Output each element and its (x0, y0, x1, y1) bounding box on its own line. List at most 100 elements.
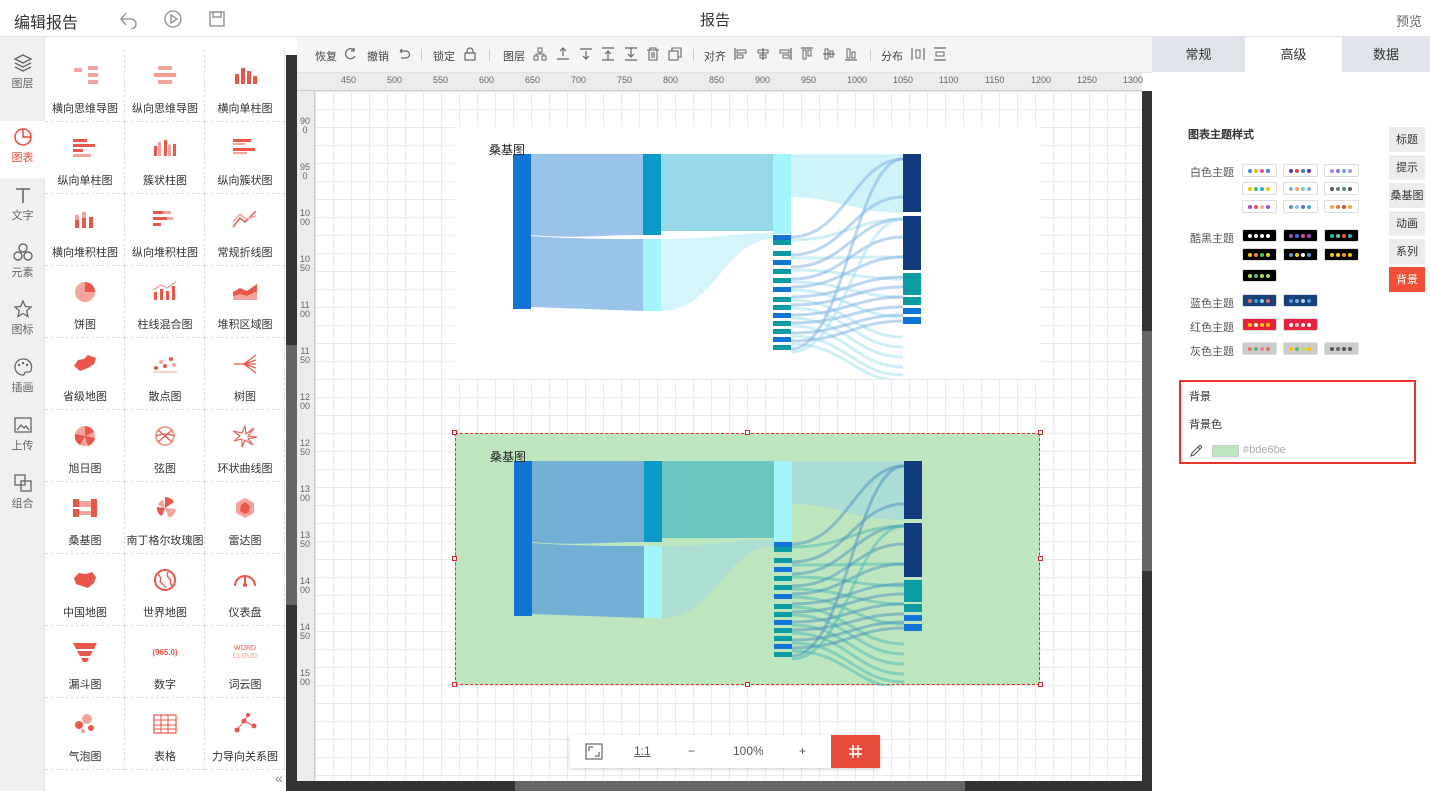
layer-button[interactable]: 图层 (503, 48, 525, 64)
palette-item-cluster-bar[interactable]: 簇状柱图 (125, 122, 205, 194)
theme-swatch[interactable] (1324, 164, 1359, 177)
distribute-v-icon[interactable] (933, 47, 947, 61)
send-back-icon[interactable] (579, 47, 593, 61)
lock-icon[interactable] (463, 47, 477, 61)
side-tab-4[interactable]: 系列 (1389, 239, 1425, 265)
tab-data[interactable]: 数据 (1342, 37, 1430, 72)
nav-elements[interactable]: 元素 (0, 236, 45, 293)
align-vcenter-icon[interactable] (822, 47, 836, 61)
back-icon[interactable] (118, 9, 138, 29)
theme-swatch[interactable] (1242, 200, 1277, 213)
canvas-hscroll-thumb[interactable] (515, 781, 965, 791)
theme-swatch[interactable] (1242, 342, 1277, 355)
palette-item-rose[interactable]: 南丁格尔玫瑰图 (125, 482, 205, 554)
move-bottom-icon[interactable] (624, 47, 638, 61)
theme-swatch[interactable] (1283, 229, 1318, 242)
redo-icon[interactable] (343, 47, 357, 61)
nav-layers[interactable]: 图层 (0, 47, 45, 104)
side-tab-3[interactable]: 动画 (1389, 211, 1425, 237)
theme-swatch[interactable] (1242, 182, 1277, 195)
palette-item-sunburst[interactable]: 旭日图 (45, 410, 125, 482)
palette-item-province-map[interactable]: 省级地图 (45, 338, 125, 410)
zoom-in-button[interactable]: + (799, 744, 806, 758)
palette-item-scatter[interactable]: 散点图 (125, 338, 205, 410)
resize-handle[interactable] (1038, 682, 1043, 687)
layer-tree-icon[interactable] (533, 47, 547, 61)
align-button[interactable]: 对齐 (704, 48, 726, 64)
move-top-icon[interactable] (601, 47, 615, 61)
palette-item-v-cluster[interactable]: 纵向簇状图 (205, 122, 285, 194)
side-tab-2[interactable]: 桑基图 (1389, 183, 1425, 209)
palette-item-number[interactable]: (965.0) 数字 (125, 626, 205, 698)
palette-item-bar-line[interactable]: 柱线混合图 (125, 266, 205, 338)
palette-item-wordcloud[interactable]: WORD CLOUD 词云图 (205, 626, 285, 698)
undo-button[interactable]: 撤销 (367, 48, 389, 64)
distribute-h-icon[interactable] (911, 47, 925, 61)
nav-illustrations[interactable]: 插画 (0, 351, 45, 408)
align-top-icon[interactable] (800, 47, 814, 61)
theme-swatch[interactable] (1324, 182, 1359, 195)
tab-general[interactable]: 常规 (1152, 37, 1245, 72)
theme-swatch[interactable] (1324, 248, 1359, 261)
palette-item-area-chart[interactable]: 堆积区域图 (205, 266, 285, 338)
theme-swatch[interactable] (1242, 164, 1277, 177)
resize-handle[interactable] (745, 430, 750, 435)
canvas-hscroll[interactable] (297, 781, 1142, 791)
palette-item-world-map[interactable]: 世界地图 (125, 554, 205, 626)
nav-upload[interactable]: 上传 (0, 409, 45, 466)
copy-icon[interactable] (668, 47, 682, 61)
resize-handle[interactable] (1038, 430, 1043, 435)
palette-item-h-stack[interactable]: 横向堆积柱图 (45, 194, 125, 266)
collapse-double-left-icon[interactable]: « (275, 770, 283, 786)
zoom-out-button[interactable]: − (688, 744, 695, 758)
side-tab-0[interactable]: 标题 (1389, 127, 1425, 153)
palette-item-force-graph[interactable]: 力导向关系图 (205, 698, 285, 770)
design-canvas[interactable]: 桑基图 桑基图 (315, 91, 1142, 781)
palette-item-tree[interactable]: 树图 (205, 338, 285, 410)
bg-color-swatch[interactable] (1212, 445, 1239, 457)
theme-swatch[interactable] (1283, 164, 1318, 177)
tab-advanced[interactable]: 高级 (1247, 37, 1340, 72)
theme-swatch[interactable] (1324, 342, 1359, 355)
palette-item-h-bar[interactable]: 横向单柱图 (205, 50, 285, 122)
canvas-vscroll-thumb[interactable] (1142, 331, 1152, 571)
resize-handle[interactable] (1038, 556, 1043, 561)
delete-icon[interactable] (646, 47, 660, 61)
redo-button[interactable]: 恢复 (315, 48, 337, 64)
theme-swatch[interactable] (1242, 248, 1277, 261)
palette-item-table[interactable]: 表格 (125, 698, 205, 770)
palette-item-china-map[interactable]: 中国地图 (45, 554, 125, 626)
palette-item-ring-curve[interactable]: 环状曲线图 (205, 410, 285, 482)
theme-swatch[interactable] (1242, 318, 1277, 331)
nav-group[interactable]: 组合 (0, 467, 45, 524)
eyedropper-icon[interactable] (1189, 444, 1203, 458)
palette-item-bubble[interactable]: 气泡图 (45, 698, 125, 770)
palette-item-chord[interactable]: 弦图 (125, 410, 205, 482)
palette-item-v-stack[interactable]: 纵向堆积柱图 (125, 194, 205, 266)
theme-swatch[interactable] (1324, 200, 1359, 213)
align-right-icon[interactable] (778, 47, 792, 61)
palette-item-line-chart[interactable]: 常规折线图 (205, 194, 285, 266)
theme-swatch[interactable] (1283, 318, 1318, 331)
nav-charts[interactable]: 图表 (0, 121, 45, 178)
distribute-button[interactable]: 分布 (881, 48, 903, 64)
resize-handle[interactable] (452, 430, 457, 435)
bring-front-icon[interactable] (556, 47, 570, 61)
fit-screen-icon[interactable] (585, 743, 603, 760)
preview-button[interactable]: 预览 (1396, 11, 1422, 30)
lock-button[interactable]: 锁定 (433, 48, 455, 64)
resize-handle[interactable] (452, 556, 457, 561)
theme-swatch[interactable] (1283, 342, 1318, 355)
theme-swatch[interactable] (1283, 294, 1318, 307)
palette-scroll-thumb[interactable] (286, 345, 297, 605)
palette-item-funnel[interactable]: 漏斗图 (45, 626, 125, 698)
canvas-vscroll[interactable] (1142, 91, 1152, 791)
theme-swatch[interactable] (1283, 200, 1318, 213)
theme-swatch[interactable] (1283, 182, 1318, 195)
theme-swatch[interactable] (1283, 248, 1318, 261)
theme-swatch[interactable] (1324, 229, 1359, 242)
sankey-chart-1[interactable]: 桑基图 (455, 127, 1040, 379)
side-tab-5[interactable]: 背景 (1389, 267, 1425, 293)
bg-color-value[interactable]: #bde6be (1243, 444, 1286, 456)
resize-handle[interactable] (452, 682, 457, 687)
